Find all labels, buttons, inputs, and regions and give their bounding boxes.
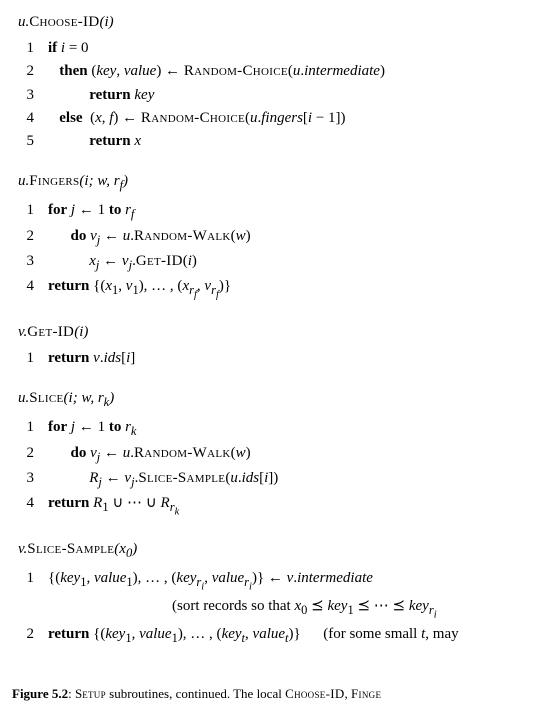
code-line: 3 xj ← vj.Get-ID(i) (12, 250, 534, 275)
sig-name: Slice-Sample (27, 541, 114, 557)
line-number: 3 (12, 250, 48, 273)
sig-obj: v (18, 541, 24, 557)
line-number: 1 (12, 37, 48, 60)
line-content: {(key1, value1), … , (keyri, valueri)} ←… (48, 567, 373, 596)
sig-obj: u (18, 390, 26, 406)
sig-name: Choose-ID (29, 14, 99, 30)
code-line: 4return {(x1, v1), … , (xrf, vrf)} (12, 275, 534, 304)
figure-label: Figure 5.2 (12, 686, 68, 701)
line-content: do vj ← u.Random-Walk(w) (48, 442, 251, 467)
line-content: for j ← 1 to rk (48, 416, 136, 441)
code-line: 3 return key (12, 84, 534, 107)
line-content: return key (48, 84, 154, 107)
sig-name: Slice (29, 390, 63, 406)
algo-body: 1for j ← 1 to rf2 do vj ← u.Random-Walk(… (12, 199, 534, 304)
line-number: 2 (12, 225, 48, 248)
line-number: 5 (12, 130, 48, 153)
line-number: 1 (12, 347, 48, 370)
line-number: 2 (12, 60, 48, 83)
algo-signature: u.Choose-ID(i) (18, 14, 534, 31)
code-line: 3 Rj ← vj.Slice-Sample(u.ids[i]) (12, 467, 534, 492)
algo-signature: u.Fingers(i; w, rf) (18, 173, 534, 193)
algo-slice: u.Slice(i; w, rk) 1for j ← 1 to rk2 do v… (12, 390, 534, 521)
code-line: 5 return x (12, 130, 534, 153)
sig-name: Get-ID (27, 324, 74, 340)
algo-choose-id: u.Choose-ID(i) 1if i = 02 then (key, val… (12, 14, 534, 153)
sig-obj: v (18, 324, 24, 340)
line-number: 3 (12, 467, 48, 490)
line-content: return {(key1, value1), … , (keyt, value… (48, 623, 459, 648)
line-number: 1 (12, 567, 48, 590)
algo-body: 1for j ← 1 to rk2 do vj ← u.Random-Walk(… (12, 416, 534, 521)
code-line: 4return R1 ∪ ⋯ ∪ Rrk (12, 492, 534, 521)
code-line: 1for j ← 1 to rk (12, 416, 534, 441)
line-number: 4 (12, 275, 48, 298)
line-content: return v.ids[i] (48, 347, 135, 370)
sig-name: Fingers (29, 173, 79, 189)
code-line: 4 else (x, f) ← Random-Choice(u.fingers[… (12, 107, 534, 130)
algo-slice-sample: v.Slice-Sample(x0) 1 {(key1, value1), … … (12, 541, 534, 648)
line-content: for j ← 1 to rf (48, 199, 134, 224)
algo-signature: u.Slice(i; w, rk) (18, 390, 534, 410)
code-line: 1return v.ids[i] (12, 347, 534, 370)
figure-caption: Figure 5.2: Setup subroutines, continued… (12, 686, 534, 702)
line-content: xj ← vj.Get-ID(i) (48, 250, 197, 275)
line-number: 1 (12, 199, 48, 222)
algo-signature: v.Get-ID(i) (18, 324, 534, 341)
line-content: Rj ← vj.Slice-Sample(u.ids[i]) (48, 467, 278, 492)
sig-args: (i; w, rf) (79, 173, 128, 189)
code-line: 2 do vj ← u.Random-Walk(w) (12, 225, 534, 250)
algo-fingers: u.Fingers(i; w, rf) 1for j ← 1 to rf2 do… (12, 173, 534, 304)
line-number: 2 (12, 623, 48, 646)
line-content: else (x, f) ← Random-Choice(u.fingers[i … (48, 107, 346, 130)
caption-text: : Setup subroutines, continued. The loca… (68, 686, 381, 701)
algo-body: 1return v.ids[i] (12, 347, 534, 370)
line-number: 2 (12, 442, 48, 465)
line-content: return R1 ∪ ⋯ ∪ Rrk (48, 492, 179, 521)
line-content: then (key, value) ← Random-Choice(u.inte… (48, 60, 385, 83)
line-number: 4 (12, 107, 48, 130)
line-number: 4 (12, 492, 48, 515)
code-line: 1if i = 0 (12, 37, 534, 60)
algo-body: 1if i = 02 then (key, value) ← Random-Ch… (12, 37, 534, 153)
sig-args: (i) (74, 324, 88, 340)
code-line: 1 {(key1, value1), … , (keyri, valueri)}… (12, 567, 534, 596)
sig-obj: u (18, 173, 26, 189)
code-line: 2 then (key, value) ← Random-Choice(u.in… (12, 60, 534, 83)
line-content: do vj ← u.Random-Walk(w) (48, 225, 251, 250)
code-line: 1for j ← 1 to rf (12, 199, 534, 224)
line-number: 1 (12, 416, 48, 439)
line-number: 3 (12, 84, 48, 107)
sig-args: (x0) (114, 541, 137, 557)
sig-obj: u (18, 14, 26, 30)
line-content: return x (48, 130, 141, 153)
sig-args: (i) (99, 14, 113, 30)
code-line: 2 return {(key1, value1), … , (keyt, val… (12, 623, 534, 648)
algo-get-id: v.Get-ID(i) 1return v.ids[i] (12, 324, 534, 370)
code-line: 2 do vj ← u.Random-Walk(w) (12, 442, 534, 467)
algo-signature: v.Slice-Sample(x0) (18, 541, 534, 561)
line-content: if i = 0 (48, 37, 89, 60)
sig-args: (i; w, rk) (64, 390, 115, 406)
sort-note: (sort records so that x0 ⪯ key1 ⪯ ⋯ ⪯ ke… (72, 596, 534, 623)
line-content: return {(x1, v1), … , (xrf, vrf)} (48, 275, 231, 304)
